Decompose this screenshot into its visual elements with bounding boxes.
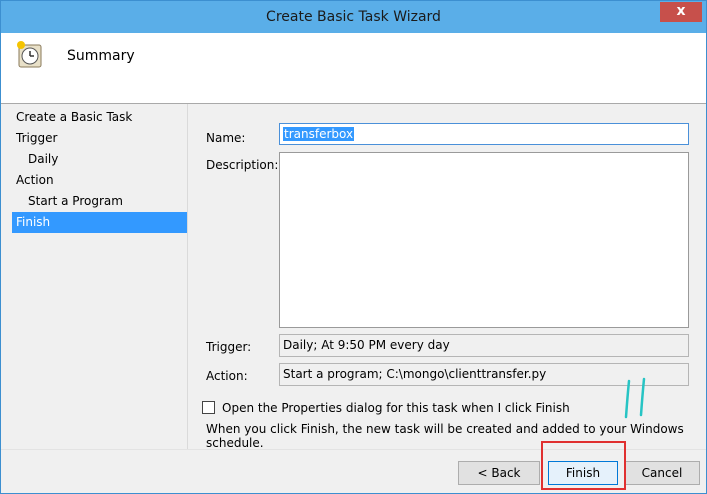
step-start-a-program[interactable]: Start a Program — [12, 191, 187, 212]
title-bar[interactable]: Create Basic Task Wizard x — [1, 1, 706, 33]
handwritten-annotation-mark — [624, 377, 646, 419]
step-finish[interactable]: Finish — [12, 212, 187, 233]
open-properties-label[interactable]: Open the Properties dialog for this task… — [222, 401, 570, 415]
back-button[interactable]: < Back — [458, 461, 540, 485]
description-label: Description: — [206, 158, 279, 172]
step-create-basic-task[interactable]: Create a Basic Task — [12, 107, 187, 128]
vertical-divider — [187, 104, 188, 449]
name-value: transferbox — [283, 127, 355, 141]
wizard-window: Create Basic Task Wizard x Summary Creat… — [0, 0, 707, 494]
finish-highlight-annotation — [541, 441, 626, 490]
description-field[interactable] — [279, 152, 689, 328]
info-text: When you click Finish, the new task will… — [206, 422, 684, 450]
wizard-steps: Create a Basic Task Trigger Daily Action… — [12, 107, 187, 233]
clock-task-icon — [17, 41, 42, 68]
page-title: Summary — [67, 48, 135, 64]
open-properties-checkbox[interactable] — [202, 401, 215, 414]
window-title: Create Basic Task Wizard — [266, 9, 441, 25]
cancel-button[interactable]: Cancel — [624, 461, 700, 485]
close-icon: x — [676, 3, 686, 19]
action-value: Start a program; C:\mongo\clienttransfer… — [283, 367, 547, 381]
name-label: Name: — [206, 131, 246, 145]
action-label: Action: — [206, 369, 248, 383]
wizard-header: Summary — [1, 33, 706, 104]
step-trigger[interactable]: Trigger — [12, 128, 187, 149]
trigger-field: Daily; At 9:50 PM every day — [279, 334, 689, 357]
step-action[interactable]: Action — [12, 170, 187, 191]
trigger-label: Trigger: — [206, 340, 252, 354]
step-daily[interactable]: Daily — [12, 149, 187, 170]
name-field[interactable]: transferbox — [279, 123, 689, 145]
trigger-value: Daily; At 9:50 PM every day — [283, 338, 450, 352]
close-button[interactable]: x — [660, 2, 702, 22]
